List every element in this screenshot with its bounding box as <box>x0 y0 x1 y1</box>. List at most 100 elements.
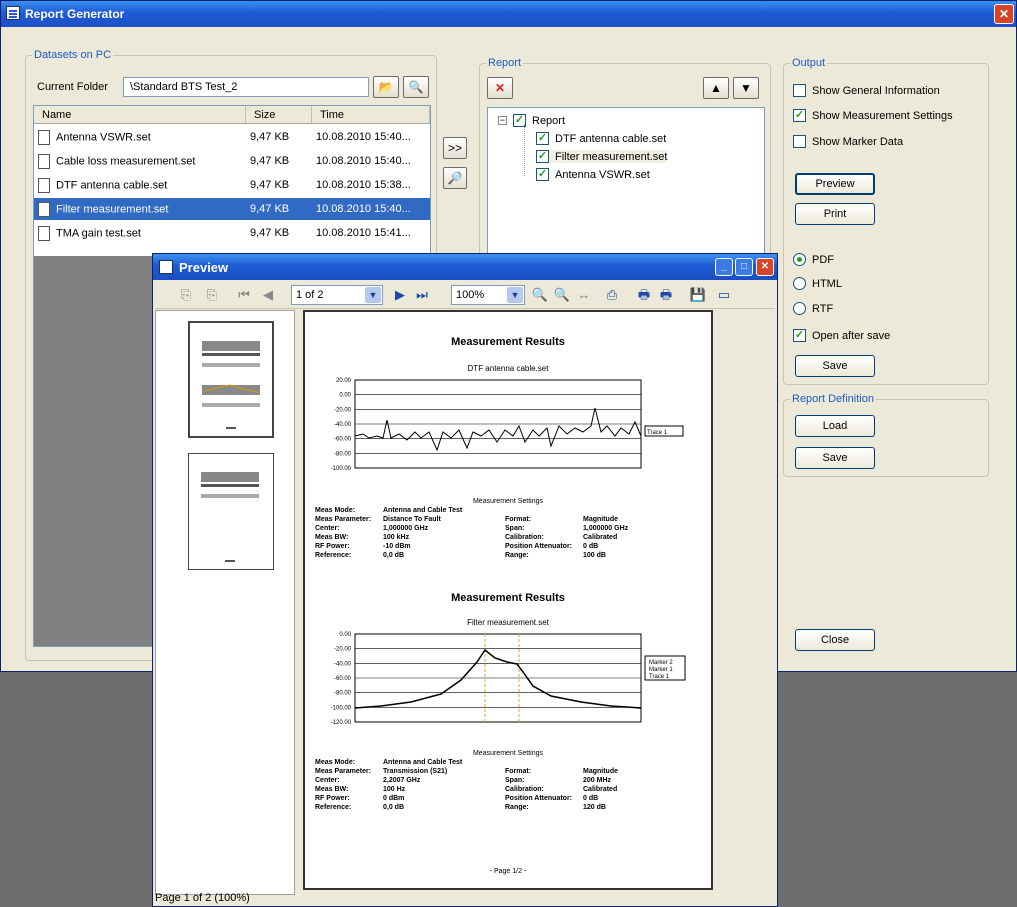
setting-cell: Meas BW: <box>315 534 349 541</box>
fit-icon[interactable]: ↔ <box>575 286 593 304</box>
zoom-out-icon[interactable]: 🔍 <box>553 286 571 304</box>
tree-item-checkbox[interactable]: ✓ <box>536 150 549 163</box>
explore-folder-button[interactable]: 🔍 <box>403 76 429 98</box>
setting-cell: Meas Mode: <box>315 759 356 766</box>
preview-title-bar[interactable]: Preview _ □ ✕ <box>153 254 777 280</box>
setting-cell: Span: <box>505 525 525 532</box>
row-name: Filter measurement.set <box>56 202 169 215</box>
col-time[interactable]: Time <box>312 106 430 123</box>
pdf-radio[interactable] <box>793 253 806 266</box>
preview-button[interactable]: Preview <box>795 173 875 195</box>
move-up-button[interactable]: ▲ <box>703 77 729 99</box>
setting-cell: Calibration: <box>505 786 544 793</box>
thumbnail-page-2[interactable] <box>188 453 274 570</box>
html-radio[interactable] <box>793 277 806 290</box>
last-page-icon[interactable]: ⏭ <box>413 286 431 304</box>
dataset-row[interactable]: TMA gain test.set 9,47 KB 10.08.2010 15:… <box>34 222 430 244</box>
chart1-legend-text: Trace 1 <box>647 430 668 436</box>
pdf-option[interactable]: PDF <box>793 253 834 266</box>
show-general-info-option[interactable]: Show General Information <box>793 84 940 97</box>
col-size[interactable]: Size <box>246 106 312 123</box>
row-size: 9,47 KB <box>250 155 290 167</box>
close-preview-icon[interactable]: ✕ <box>756 258 774 276</box>
add-to-report-button[interactable]: >> <box>443 137 467 159</box>
load-definition-button[interactable]: Load <box>795 415 875 437</box>
print-icon[interactable]: 🖶 <box>635 286 653 304</box>
rtf-label: RTF <box>812 302 834 315</box>
open-folder-button[interactable]: 📂 <box>373 76 399 98</box>
rtf-option[interactable]: RTF <box>793 302 833 315</box>
row-time: 10.08.2010 15:40... <box>316 155 411 167</box>
save-icon[interactable]: 💾 <box>689 286 707 304</box>
copy-icon[interactable]: ⎘ <box>177 286 195 304</box>
chart2-legend-2: Marker 1 <box>649 667 673 673</box>
first-page-icon[interactable]: ⏮ <box>235 286 253 304</box>
maximize-icon[interactable]: □ <box>735 258 753 276</box>
show-measurement-settings-option[interactable]: ✓ Show Measurement Settings <box>793 109 953 122</box>
tree-item[interactable]: ✓ DTF antenna cable.set <box>536 132 666 145</box>
file-icon <box>38 153 50 169</box>
collapse-icon[interactable]: − <box>498 116 507 125</box>
dataset-row[interactable]: Antenna VSWR.set 9,47 KB 10.08.2010 15:4… <box>34 126 430 148</box>
row-size: 9,47 KB <box>250 203 290 215</box>
setting-cell: RF Power: <box>315 795 350 802</box>
title-bar[interactable]: Report Generator ✕ <box>1 1 1016 27</box>
marker-data-checkbox[interactable] <box>793 135 806 148</box>
measurement-settings-checkbox[interactable]: ✓ <box>793 109 806 122</box>
previous-page-icon[interactable]: ◀ <box>259 286 277 304</box>
current-folder-field[interactable]: \Standard BTS Test_2 <box>123 77 369 97</box>
setting-cell: Range: <box>505 552 529 559</box>
setting-cell: 100 dB <box>583 552 606 559</box>
current-folder-label: Current Folder <box>37 81 108 93</box>
print-button[interactable]: Print <box>795 203 875 225</box>
dataset-row[interactable]: DTF antenna cable.set 9,47 KB 10.08.2010… <box>34 174 430 196</box>
tree-item-selected[interactable]: ✓ Filter measurement.set <box>536 150 668 163</box>
open-after-save-label: Open after save <box>812 329 891 342</box>
rtf-radio[interactable] <box>793 302 806 315</box>
thumbnail-page-1[interactable] <box>188 321 274 438</box>
page-combo[interactable]: 1 of 2 ▼ <box>291 285 383 305</box>
preview-title: Preview <box>179 259 229 275</box>
tree-item-checkbox[interactable]: ✓ <box>536 132 549 145</box>
remove-button[interactable]: ✕ <box>487 77 513 99</box>
chevron-down-icon[interactable]: ▼ <box>365 287 381 303</box>
page-setup-icon[interactable]: 🖶 <box>657 286 675 304</box>
options-icon[interactable]: ▭ <box>715 286 733 304</box>
setting-cell: 120 dB <box>583 804 606 811</box>
tree-item-label: Filter measurement.set <box>555 150 668 163</box>
arrow-down-icon: ▼ <box>740 81 752 95</box>
setting-cell: 1,000000 GHz <box>383 525 429 532</box>
setting-cell: 1,000000 GHz <box>583 525 629 532</box>
open-after-save-checkbox[interactable]: ✓ <box>793 329 806 342</box>
paste-icon[interactable]: ⎘ <box>203 286 221 304</box>
dataset-row-selected[interactable]: Filter measurement.set 9,47 KB 10.08.201… <box>34 198 430 220</box>
col-name[interactable]: Name <box>34 106 246 123</box>
dataset-row[interactable]: Cable loss measurement.set 9,47 KB 10.08… <box>34 150 430 172</box>
close-button[interactable]: Close <box>795 629 875 651</box>
setting-cell: Position Attenuator: <box>505 543 573 550</box>
tree-item[interactable]: ✓ Antenna VSWR.set <box>536 168 650 181</box>
tree-root[interactable]: − ✓ Report <box>498 114 565 127</box>
general-info-checkbox[interactable] <box>793 84 806 97</box>
save-definition-button[interactable]: Save <box>795 447 875 469</box>
zoom-in-icon[interactable]: 🔍 <box>531 286 549 304</box>
show-marker-data-option[interactable]: Show Marker Data <box>793 135 903 148</box>
close-window-button[interactable]: ✕ <box>994 4 1014 24</box>
page-heading-1: Measurement Results <box>451 336 565 348</box>
thumbnail-pane[interactable] <box>155 310 295 895</box>
minimize-icon[interactable]: _ <box>715 258 733 276</box>
next-page-icon[interactable]: ▶ <box>391 286 409 304</box>
tree-item-checkbox[interactable]: ✓ <box>536 168 549 181</box>
preview-dataset-button[interactable]: 🔎 <box>443 167 467 189</box>
setting-cell: Meas Parameter: <box>315 768 372 775</box>
zoom-combo[interactable]: 100% ▼ <box>451 285 525 305</box>
report-tree[interactable]: − ✓ Report ✓ DTF antenna cable.set ✓ Filte… <box>487 107 765 257</box>
tree-item-label: DTF antenna cable.set <box>555 132 667 145</box>
y-tick-label: -20.00 <box>334 407 352 413</box>
move-down-button[interactable]: ▼ <box>733 77 759 99</box>
chevron-down-icon[interactable]: ▼ <box>507 287 523 303</box>
export-icon[interactable]: ⎙ <box>603 286 621 304</box>
html-option[interactable]: HTML <box>793 277 842 290</box>
open-after-save-option[interactable]: ✓ Open after save <box>793 329 890 342</box>
save-output-button[interactable]: Save <box>795 355 875 377</box>
